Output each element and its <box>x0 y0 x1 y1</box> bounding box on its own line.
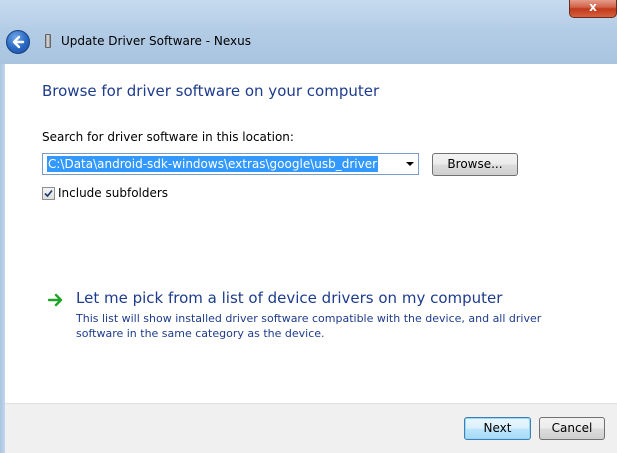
checkmark-icon <box>44 189 53 198</box>
include-subfolders-label[interactable]: Include subfolders <box>58 186 168 200</box>
window-title: Update Driver Software - Nexus <box>61 34 251 48</box>
search-location-label: Search for driver software in this locat… <box>42 130 294 144</box>
next-button[interactable]: Next <box>464 417 531 440</box>
include-subfolders-checkbox[interactable] <box>42 187 55 200</box>
page-heading: Browse for driver software on your compu… <box>42 82 380 100</box>
back-arrow-icon <box>12 35 25 49</box>
path-combobox[interactable]: C:\Data\android-sdk-windows\extras\googl… <box>42 153 419 175</box>
close-button[interactable]: x <box>569 0 617 18</box>
path-input-value[interactable]: C:\Data\android-sdk-windows\extras\googl… <box>47 156 379 172</box>
browse-button[interactable]: Browse... <box>432 153 518 176</box>
green-arrow-icon <box>48 293 63 307</box>
pick-from-list-link[interactable]: Let me pick from a list of device driver… <box>76 289 502 307</box>
close-icon: x <box>589 0 597 14</box>
pick-from-list-description: This list will show installed driver sof… <box>76 312 542 340</box>
device-icon <box>45 34 51 48</box>
title-bar <box>0 0 617 64</box>
cancel-button[interactable]: Cancel <box>539 417 605 440</box>
chevron-down-icon[interactable] <box>406 162 414 166</box>
content-area <box>5 64 617 403</box>
back-button[interactable] <box>6 30 30 54</box>
